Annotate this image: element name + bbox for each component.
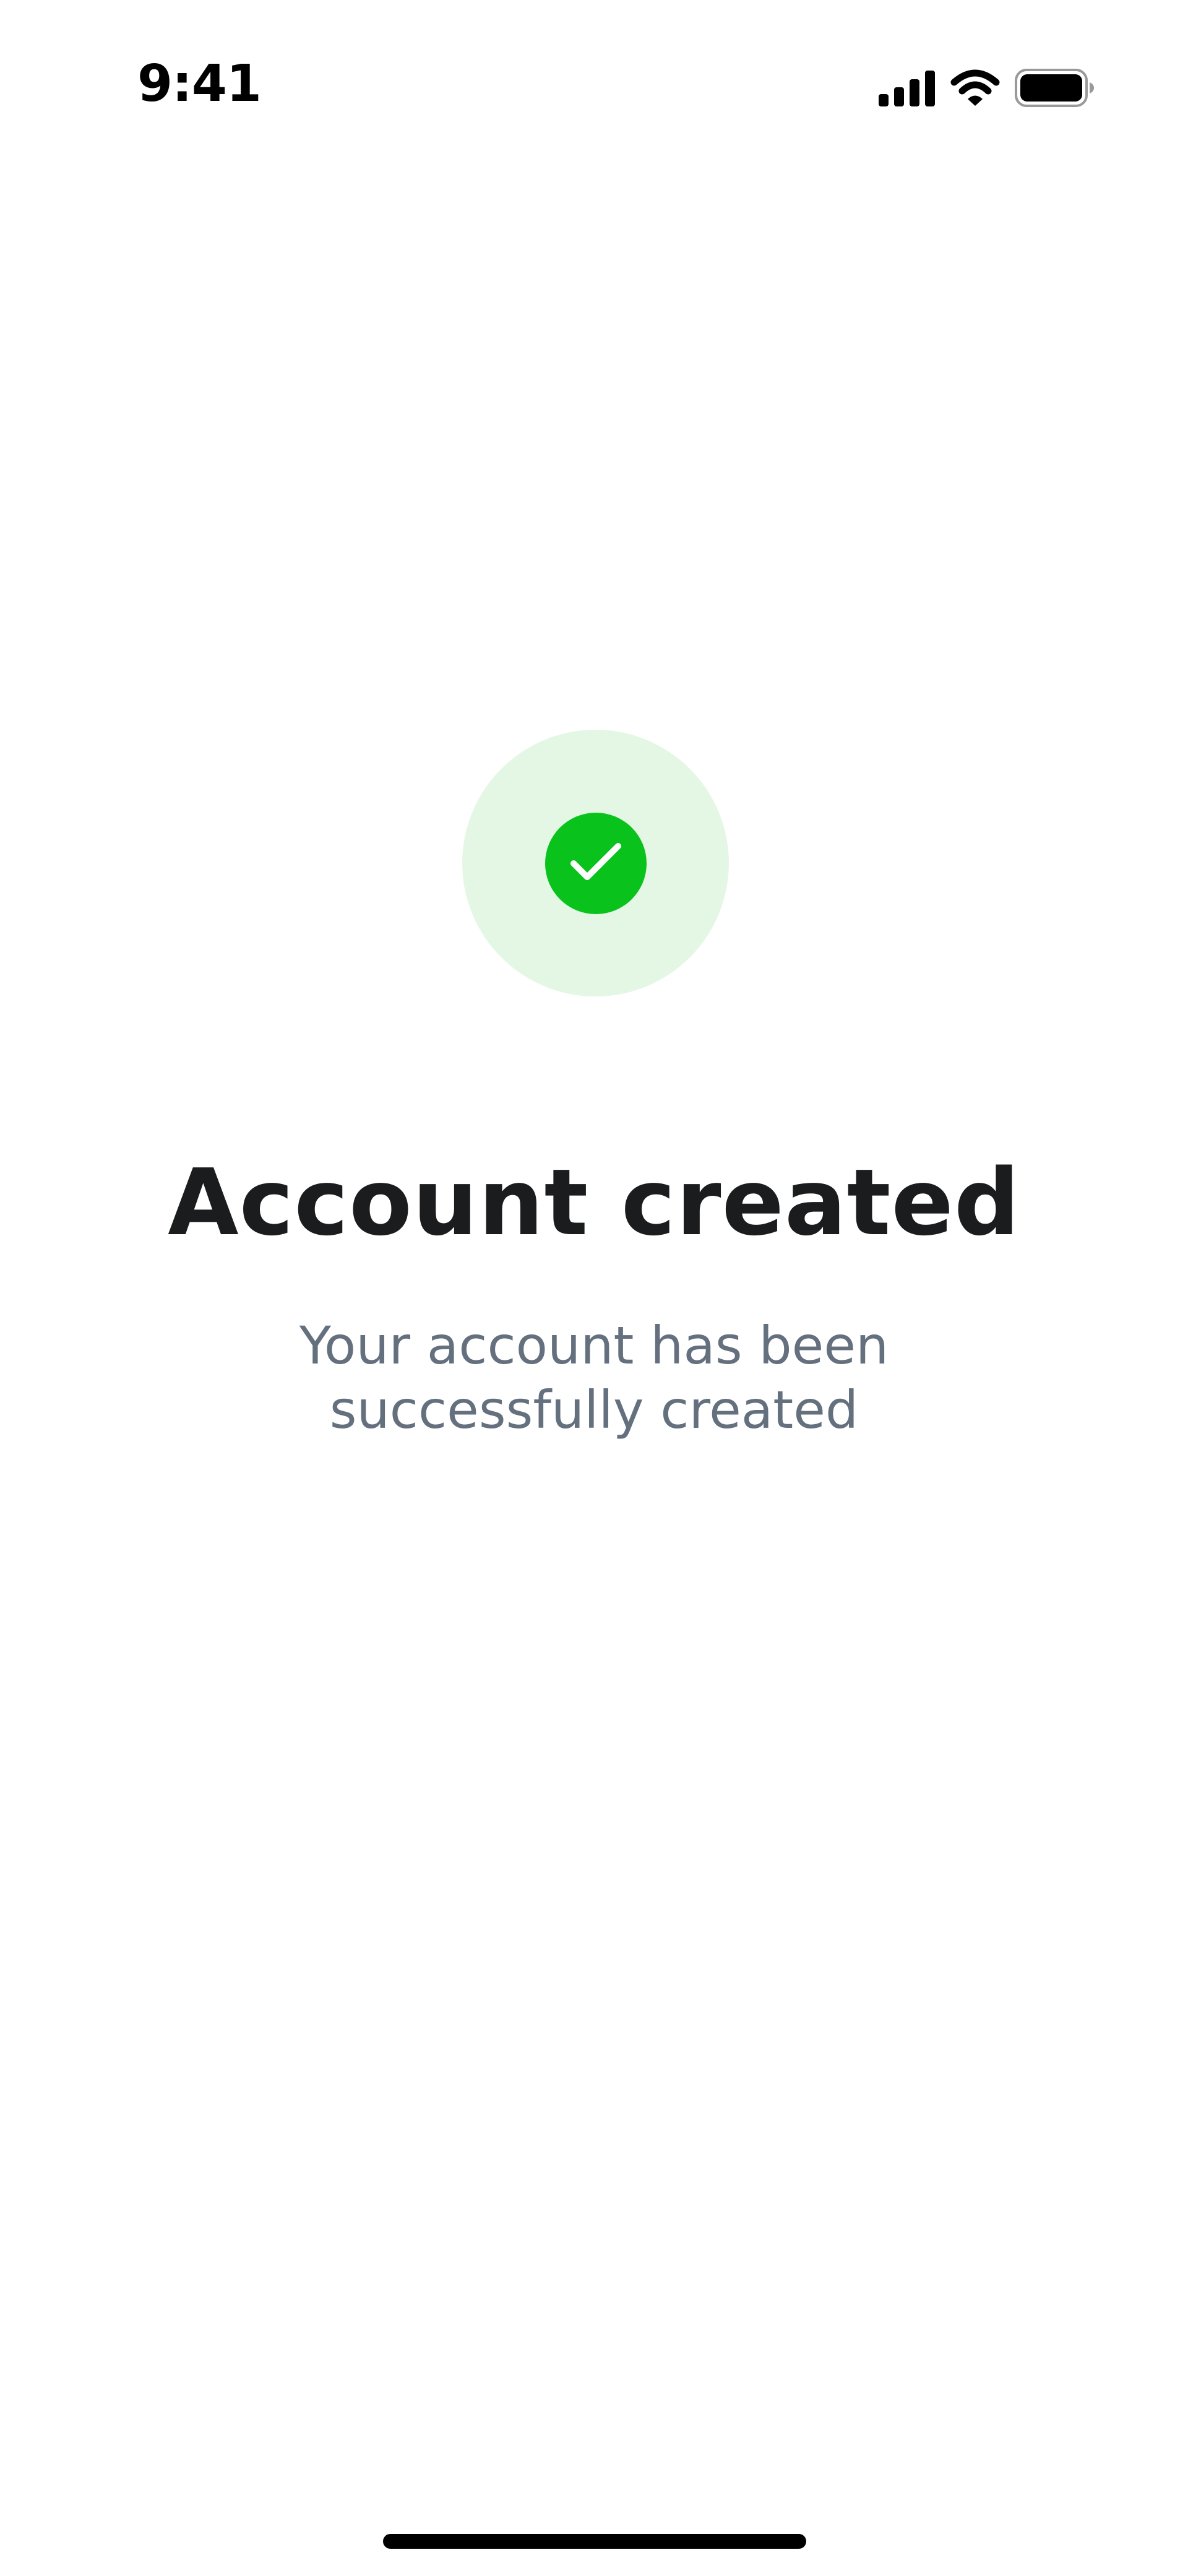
page-title: Account created: [168, 1149, 1020, 1256]
status-icons: [879, 68, 1095, 108]
page-subtitle: Your account has been successfully creat…: [223, 1313, 965, 1442]
checkmark-icon: [570, 842, 622, 884]
success-badge: [462, 730, 729, 996]
subtitle-line-2: successfully created: [329, 1380, 859, 1441]
success-badge-inner: [544, 812, 647, 914]
home-indicator[interactable]: [383, 2534, 806, 2549]
status-time: 9:41: [137, 54, 262, 113]
battery-icon: [1015, 69, 1095, 107]
cellular-signal-icon: [879, 69, 936, 106]
status-bar: 9:41: [0, 0, 1188, 173]
wifi-icon: [950, 69, 1000, 107]
subtitle-line-1: Your account has been: [299, 1315, 889, 1376]
